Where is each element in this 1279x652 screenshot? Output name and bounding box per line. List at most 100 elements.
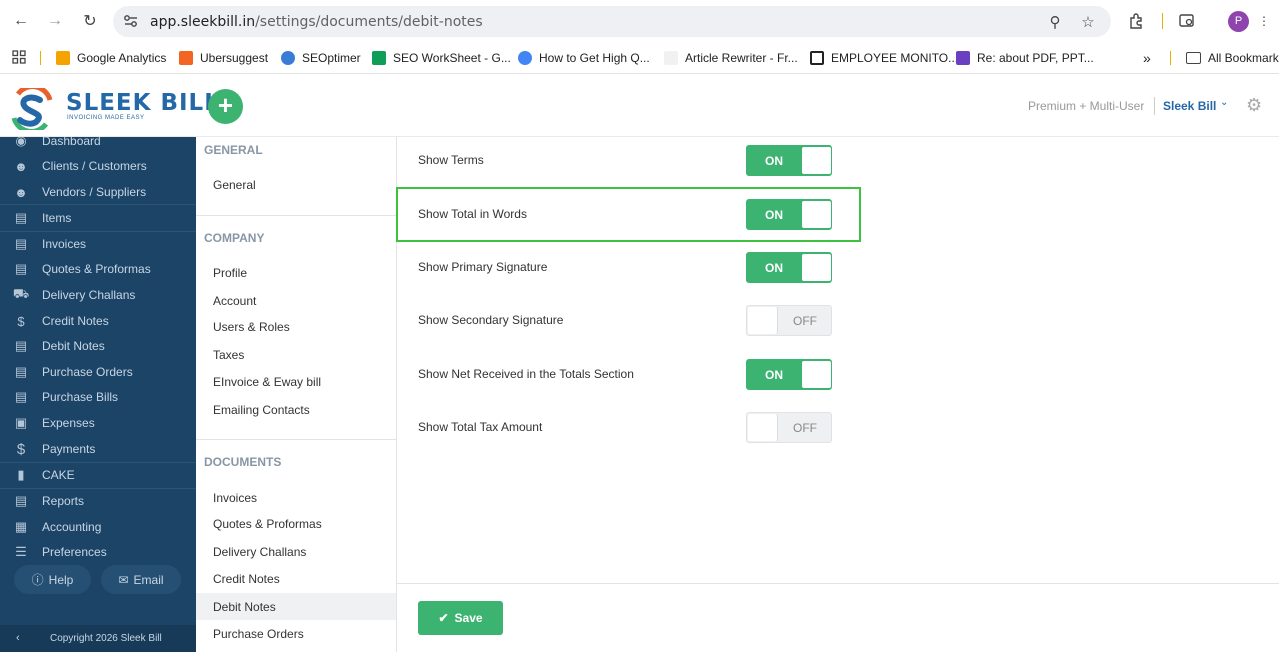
truck-icon: ⛟ — [12, 286, 30, 301]
back-arrow-icon[interactable]: ← — [8, 8, 34, 34]
settings-item-invoices[interactable]: Invoices — [213, 491, 257, 505]
dollar-box-icon: $ — [17, 313, 25, 329]
collapse-chevron-icon[interactable]: ‹ — [16, 632, 20, 644]
site-settings-icon[interactable] — [123, 13, 139, 29]
cake-icon: ▮ — [17, 467, 25, 482]
reload-icon[interactable]: ↻ — [77, 8, 103, 34]
analytics-icon — [56, 51, 70, 65]
bookmark-separator — [1170, 51, 1171, 65]
sidebar-item-expenses[interactable]: ▣ Expenses — [0, 411, 196, 435]
sidebar-item-label: Accounting — [42, 520, 102, 534]
help-button[interactable]: ⓘ Help — [14, 565, 91, 594]
url-host: app.sleekbill.in — [150, 14, 256, 30]
sidebar-item-delivery-challans[interactable]: ⛟ Delivery Challans — [0, 283, 196, 307]
sidebar-item-label: Vendors / Suppliers — [42, 185, 147, 199]
settings-item-general[interactable]: General — [213, 178, 256, 192]
email-label: Email — [133, 572, 164, 587]
sidebar-item-dashboard[interactable]: ◉ Dashboard — [0, 137, 196, 153]
sidebar-item-credit-notes[interactable]: $ Credit Notes — [0, 309, 196, 333]
sidebar-item-debit-notes[interactable]: ▤ Debit Notes — [0, 334, 196, 358]
search-icon[interactable]: ⚲ — [1045, 12, 1065, 32]
gear-icon[interactable]: ⚙ — [1246, 96, 1264, 114]
save-button[interactable]: ✔ Save — [418, 601, 503, 635]
toggle-show-net-received[interactable]: ON — [746, 359, 832, 390]
settings-item-taxes[interactable]: Taxes — [213, 348, 244, 362]
sidebar-item-label: CAKE — [42, 468, 75, 482]
toggle-show-terms[interactable]: ON — [746, 145, 832, 176]
settings-item-purchase-orders[interactable]: Purchase Orders — [213, 627, 304, 641]
settings-item-debit-notes[interactable]: Debit Notes — [213, 600, 276, 614]
sidebar-item-label: Items — [42, 211, 72, 225]
chevron-down-icon[interactable]: ⌄ — [1220, 97, 1228, 108]
account-menu[interactable]: Sleek Bill — [1163, 99, 1216, 113]
bookmark-seoptimer[interactable]: SEOptimer — [281, 49, 361, 67]
sidebar-divider — [0, 204, 196, 205]
plan-label: Premium + Multi-User — [1028, 99, 1145, 113]
address-bar[interactable]: app.sleekbill.in/settings/documents/debi… — [113, 6, 1111, 37]
toggle-show-total-tax-amount[interactable]: OFF — [746, 412, 832, 443]
settings-item-quotes[interactable]: Quotes & Proformas — [213, 517, 322, 531]
bookmark-seo-worksheet[interactable]: SEO WorkSheet - G... — [372, 49, 511, 67]
main-sidebar: ◉ Dashboard ☻ Clients / Customers ☻ Vendors… — [0, 137, 196, 652]
settings-item-delivery-challans[interactable]: Delivery Challans — [213, 545, 306, 559]
bookmarks-overflow-button[interactable]: » — [1143, 49, 1151, 67]
eye-icon: ◉ — [15, 137, 27, 148]
sidebar-item-accounting[interactable]: ▦ Accounting — [0, 515, 196, 539]
toggle-knob — [802, 254, 831, 281]
sidebar-item-vendors[interactable]: ☻ Vendors / Suppliers — [0, 180, 196, 204]
sidebar-item-quotes[interactable]: ▤ Quotes & Proformas — [0, 257, 196, 281]
profile-avatar[interactable]: P — [1228, 11, 1249, 32]
dollar-icon: $ — [16, 440, 26, 458]
email-button[interactable]: ✉ Email — [101, 565, 181, 594]
sidebar-item-reports[interactable]: ▤ Reports — [0, 489, 196, 513]
folder-icon — [1186, 52, 1201, 64]
settings-item-einvoice[interactable]: EInvoice & Eway bill — [213, 375, 321, 389]
add-new-button[interactable]: + — [208, 89, 243, 124]
sidebar-item-clients[interactable]: ☻ Clients / Customers — [0, 154, 196, 178]
bookmarks-bar: Google Analytics Ubersuggest SEOptimer S… — [0, 42, 1279, 74]
settings-item-users-roles[interactable]: Users & Roles — [213, 320, 290, 334]
kebab-menu-icon[interactable]: ⋮ — [1253, 10, 1275, 32]
settings-divider — [196, 215, 396, 216]
bookmark-google-analytics[interactable]: Google Analytics — [56, 49, 166, 67]
sidebar-item-label: Payments — [42, 442, 96, 456]
toggle-show-total-in-words[interactable]: ON — [746, 199, 832, 230]
bookmark-label: Google Analytics — [77, 51, 167, 65]
sidebar-item-purchase-bills[interactable]: ▤ Purchase Bills — [0, 385, 196, 409]
toggle-show-primary-signature[interactable]: ON — [746, 252, 832, 283]
sidebar-item-payments[interactable]: $ Payments — [0, 437, 196, 461]
toggle-show-secondary-signature[interactable]: OFF — [746, 305, 832, 336]
bookmark-how-to-get-high[interactable]: How to Get High Q... — [518, 49, 650, 67]
bookmark-article-rewriter[interactable]: Article Rewriter - Fr... — [664, 49, 798, 67]
sleek-bill-logo-icon[interactable] — [10, 88, 54, 130]
bookmark-re-about-pdf[interactable]: Re: about PDF, PPT... — [956, 49, 1094, 67]
star-icon[interactable]: ☆ — [1078, 12, 1098, 32]
all-bookmarks-button[interactable]: All Bookmarks — [1186, 49, 1279, 67]
document-icon: ▤ — [14, 389, 28, 404]
bookmark-label: Article Rewriter - Fr... — [685, 51, 798, 65]
settings-item-account[interactable]: Account — [213, 294, 256, 308]
help-label: Help — [48, 572, 74, 587]
bookmark-employee-monitor[interactable]: EMPLOYEE MONITO... — [810, 49, 958, 67]
tab-search-icon[interactable] — [1176, 10, 1198, 32]
forward-arrow-icon[interactable]: → — [42, 8, 68, 34]
sidebar-item-invoices[interactable]: ▤ Invoices — [0, 232, 196, 256]
extensions-icon[interactable] — [1126, 10, 1148, 32]
bookmark-ubersuggest[interactable]: Ubersuggest — [179, 49, 268, 67]
settings-item-credit-notes[interactable]: Credit Notes — [213, 572, 280, 586]
settings-menu: GENERAL General COMPANY Profile Account … — [196, 137, 397, 652]
sidebar-item-label: Preferences — [42, 545, 107, 559]
sidebar-item-items[interactable]: ▤ Items — [0, 206, 196, 230]
sidebar-item-label: Clients / Customers — [42, 159, 147, 173]
sidebar-item-cake[interactable]: ▮ CAKE — [0, 463, 196, 487]
settings-item-emailing-contacts[interactable]: Emailing Contacts — [213, 403, 310, 417]
footer-divider — [397, 583, 1279, 584]
bookmark-label: Ubersuggest — [200, 51, 269, 65]
sidebar-item-purchase-orders[interactable]: ▤ Purchase Orders — [0, 360, 196, 384]
sidebar-item-preferences[interactable]: ☰ Preferences — [0, 540, 196, 564]
toggle-knob — [748, 307, 777, 334]
sidebar-item-label: Expenses — [42, 416, 95, 430]
toggle-knob — [748, 414, 777, 441]
apps-grid-icon[interactable] — [8, 46, 30, 68]
settings-item-profile[interactable]: Profile — [213, 266, 247, 280]
